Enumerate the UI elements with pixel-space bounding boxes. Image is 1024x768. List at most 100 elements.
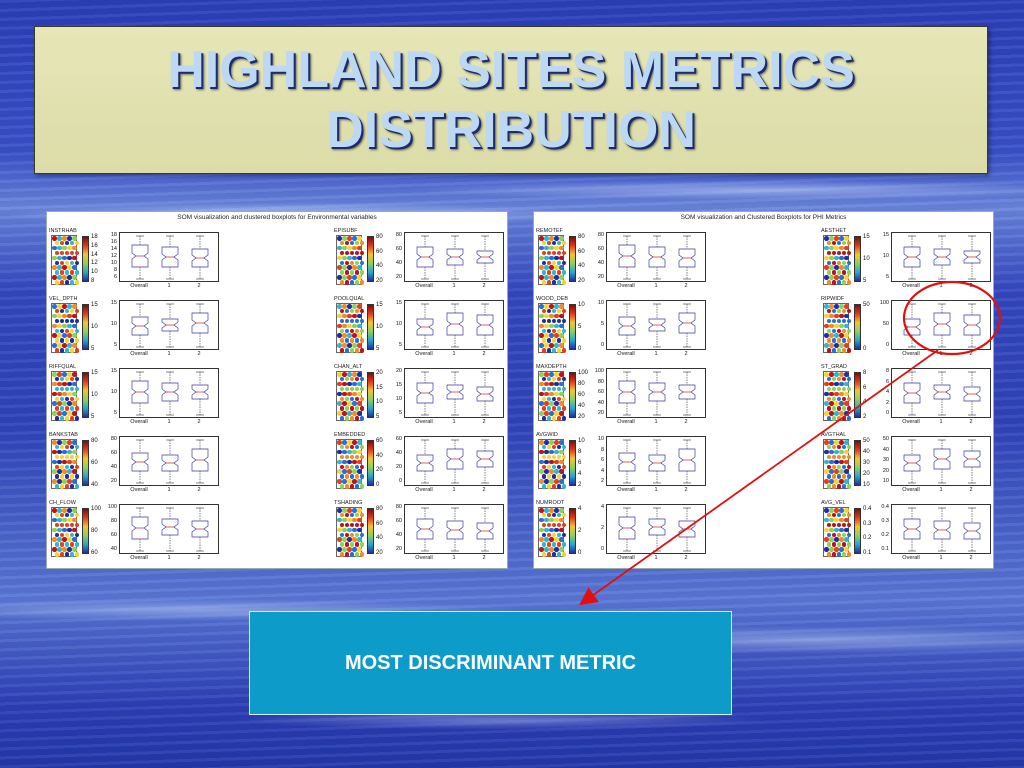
colorbar-tick-label: 2 [578,482,582,488]
x-tick-label: 1 [939,283,943,289]
colorbar [854,440,861,486]
y-tick-label: 5 [398,342,402,348]
most-discriminant-callout: MOST DISCRIMINANT METRIC [249,611,732,715]
colorbar-ticks: 60 40 20 0 [376,438,383,488]
x-tick-label: 1 [939,351,943,357]
x-tick-label: 1 [167,351,171,357]
y-tick-label: 40 [110,464,117,470]
y-tick-label: 50 [882,321,889,327]
x-tick-label: 2 [197,487,201,493]
colorbar-tick-label: 10 [863,256,870,262]
colorbar-tick-label: 5 [863,278,867,284]
callout-text: MOST DISCRIMINANT METRIC [344,651,637,674]
colorbar-tick-label: 0.4 [863,506,872,512]
colorbar-tick-label: 60 [91,550,98,556]
colorbar-tick-label: 0 [578,550,582,556]
boxplot-panel: NUMROOT 4 2 0 4 2 0 Overall 1 2 [536,500,711,561]
y-ticks: 18 16 14 12 10 8 6 [104,232,117,280]
x-tick-label: 1 [452,555,456,561]
som-hexmap [51,303,80,353]
panel-label: AVG_VEL [821,500,846,506]
y-ticks: 60 40 20 0 [389,436,402,484]
som-hexmap [538,235,567,285]
panel-label: AVGTHAL [821,432,847,438]
colorbar-tick-label: 10 [91,324,98,330]
colorbar-tick-label: 15 [376,384,383,391]
colorbar-tick-label: 8 [91,277,95,284]
boxplot-panel: INSTRHAB 18 16 14 12 10 8 18 16 14 12 10 8 6 Overall 1 2 [49,228,224,289]
colorbar-tick-label: 0.1 [863,549,872,556]
boxplot-area [891,436,991,486]
boxplot-panel: WOOD_DEB 10 5 0 10 5 0 Overall 1 2 [536,296,711,357]
y-ticks: 20 15 10 5 [389,368,402,416]
y-ticks: 100 80 60 40 20 [591,368,604,416]
y-tick-label: 60 [597,389,604,395]
y-tick-label: 15 [395,382,402,388]
colorbar-tick-label: 20 [376,549,383,556]
y-ticks: 4 2 0 [591,504,604,552]
colorbar-ticks: 80 60 40 20 [376,506,383,556]
colorbar-tick-label: 80 [376,506,383,512]
colorbar [854,304,861,350]
y-tick-label: 100 [594,368,604,374]
colorbar [367,508,374,554]
colorbar-tick-label: 6 [578,460,582,466]
x-tick-label: 2 [969,419,973,425]
boxplot-panel: EPISUBF 80 60 40 20 80 60 40 20 Overall 1 2 [334,228,509,289]
panel-label: VEL_DPTH [49,296,78,302]
colorbar-tick-label: 20 [578,277,585,284]
boxplot-panel: RIFFQUAL 15 10 5 15 10 5 Overall 1 2 [49,364,224,425]
colorbar-tick-label: 40 [863,449,870,455]
colorbar-tick-label: 5 [376,413,380,420]
som-hexmap [538,507,567,557]
som-hexmap [336,371,365,421]
y-tick-label: 40 [597,260,604,266]
y-tick-label: 5 [885,274,889,280]
som-hexmap [51,439,80,489]
x-tick-label: 2 [482,487,486,493]
y-tick-label: 80 [395,504,402,510]
colorbar-tick-label: 0.2 [863,535,872,542]
colorbar-tick-label: 20 [376,277,383,284]
colorbar-tick-label: 15 [376,302,383,308]
colorbar-tick-label: 0 [863,346,867,352]
y-tick-label: 6 [113,274,117,280]
colorbar-tick-label: 80 [578,234,585,240]
y-tick-label: 5 [398,410,402,416]
y-ticks: 15 10 5 [104,300,117,348]
figure-title: SOM visualization and clustered boxplots… [177,214,377,221]
colorbar-tick-label: 4 [863,399,867,406]
y-tick-label: 40 [597,399,604,406]
y-tick-label: 80 [395,232,402,238]
y-tick-label: 40 [110,546,117,552]
panel-label: NUMROOT [536,500,565,506]
colorbar [569,508,576,554]
colorbar-tick-label: 100 [578,370,589,376]
x-tick-label: 1 [452,419,456,425]
som-hexmap [823,507,852,557]
colorbar-tick-label: 5 [91,346,95,352]
colorbar-ticks: 10 8 6 4 2 [578,438,585,488]
y-tick-label: 8 [113,267,117,273]
y-tick-label: 0 [885,342,889,348]
y-ticks: 8 6 4 2 0 [876,368,889,416]
y-tick-label: 30 [882,457,889,463]
y-tick-label: 10 [597,436,604,442]
x-tick-label: 2 [197,419,201,425]
colorbar [569,304,576,350]
panel-label: POOLQUAL [334,296,365,302]
boxplot-panel: TSHADING 80 60 40 20 80 60 40 20 Overall 1 2 [334,500,509,561]
y-tick-label: 10 [882,478,889,484]
y-tick-label: 12 [110,253,117,259]
colorbar-tick-label: 20 [578,414,585,420]
y-tick-label: 2 [600,478,604,484]
colorbar-ticks: 100 80 60 40 20 [578,370,588,420]
som-hexmap [823,303,852,353]
colorbar-tick-label: 15 [91,370,98,376]
colorbar-tick-label: 8 [578,449,582,455]
x-tick-label: 1 [654,351,658,357]
x-tick-label: 1 [167,487,171,493]
colorbar-tick-label: 80 [91,528,98,534]
som-hexmap [51,507,80,557]
colorbar-tick-label: 60 [578,248,585,255]
